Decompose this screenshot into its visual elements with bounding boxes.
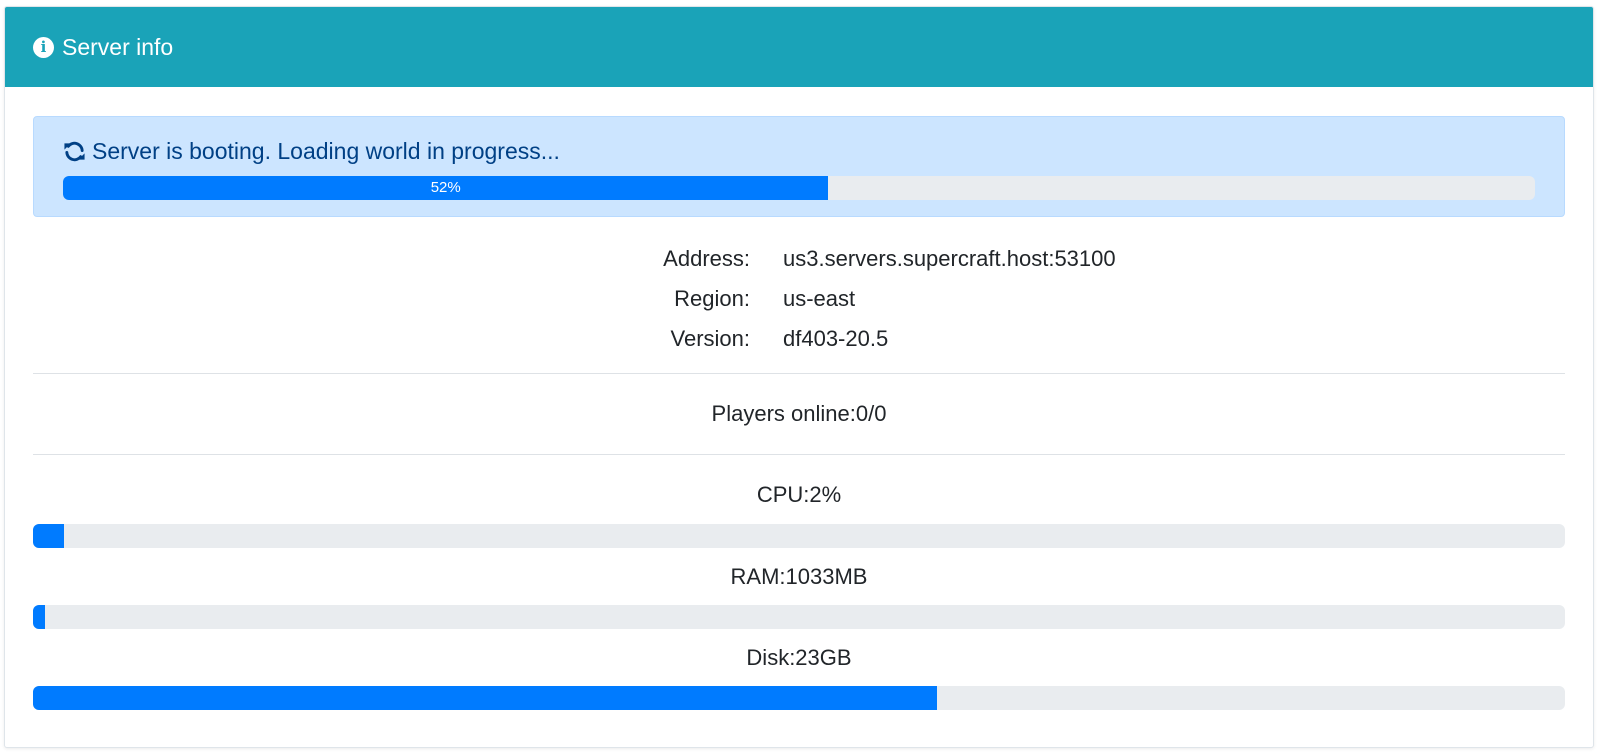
disk-progress [33,686,1565,710]
boot-status-message: Server is booting. Loading world in prog… [92,137,560,164]
server-details: Address: us3.servers.supercraft.host:531… [33,239,1565,359]
ram-progress-bar [33,605,46,629]
card-body: Server is booting. Loading world in prog… [5,87,1593,710]
boot-status-alert: Server is booting. Loading world in prog… [33,116,1565,217]
region-label: Region: [674,286,750,311]
info-circle-icon: i [33,36,54,58]
boot-status-line: Server is booting. Loading world in prog… [63,135,1535,167]
version-row: Version: df403-20.5 [33,319,1565,359]
cpu-progress [33,524,1565,548]
disk-metric: Disk:23GB [33,629,1565,710]
card-title: Server info [62,33,174,60]
cpu-metric: CPU:2% [33,455,1565,548]
address-label: Address: [663,246,750,271]
version-value: df403-20.5 [783,326,889,351]
card-header: i Server info [5,7,1593,87]
server-info-card: i Server info Server is booting. Loading… [4,6,1594,748]
players-online: Players online:0/0 [711,401,887,426]
cpu-progress-bar [33,524,64,548]
region-row: Region: us-east [33,279,1565,319]
address-value: us3.servers.supercraft.host:53100 [783,246,1116,271]
address-row: Address: us3.servers.supercraft.host:531… [33,239,1565,279]
ram-metric: RAM:1033MB [33,548,1565,629]
ram-progress [33,605,1565,629]
boot-progress-bar: 52% [63,176,829,200]
ram-label: RAM:1033MB [730,564,868,589]
cpu-label: CPU:2% [756,482,842,507]
disk-label: Disk:23GB [746,645,852,670]
version-label: Version: [670,326,751,351]
disk-progress-bar [33,686,937,710]
boot-progress: 52% [63,176,1535,200]
refresh-icon [64,141,85,161]
region-value: us-east [783,286,856,311]
